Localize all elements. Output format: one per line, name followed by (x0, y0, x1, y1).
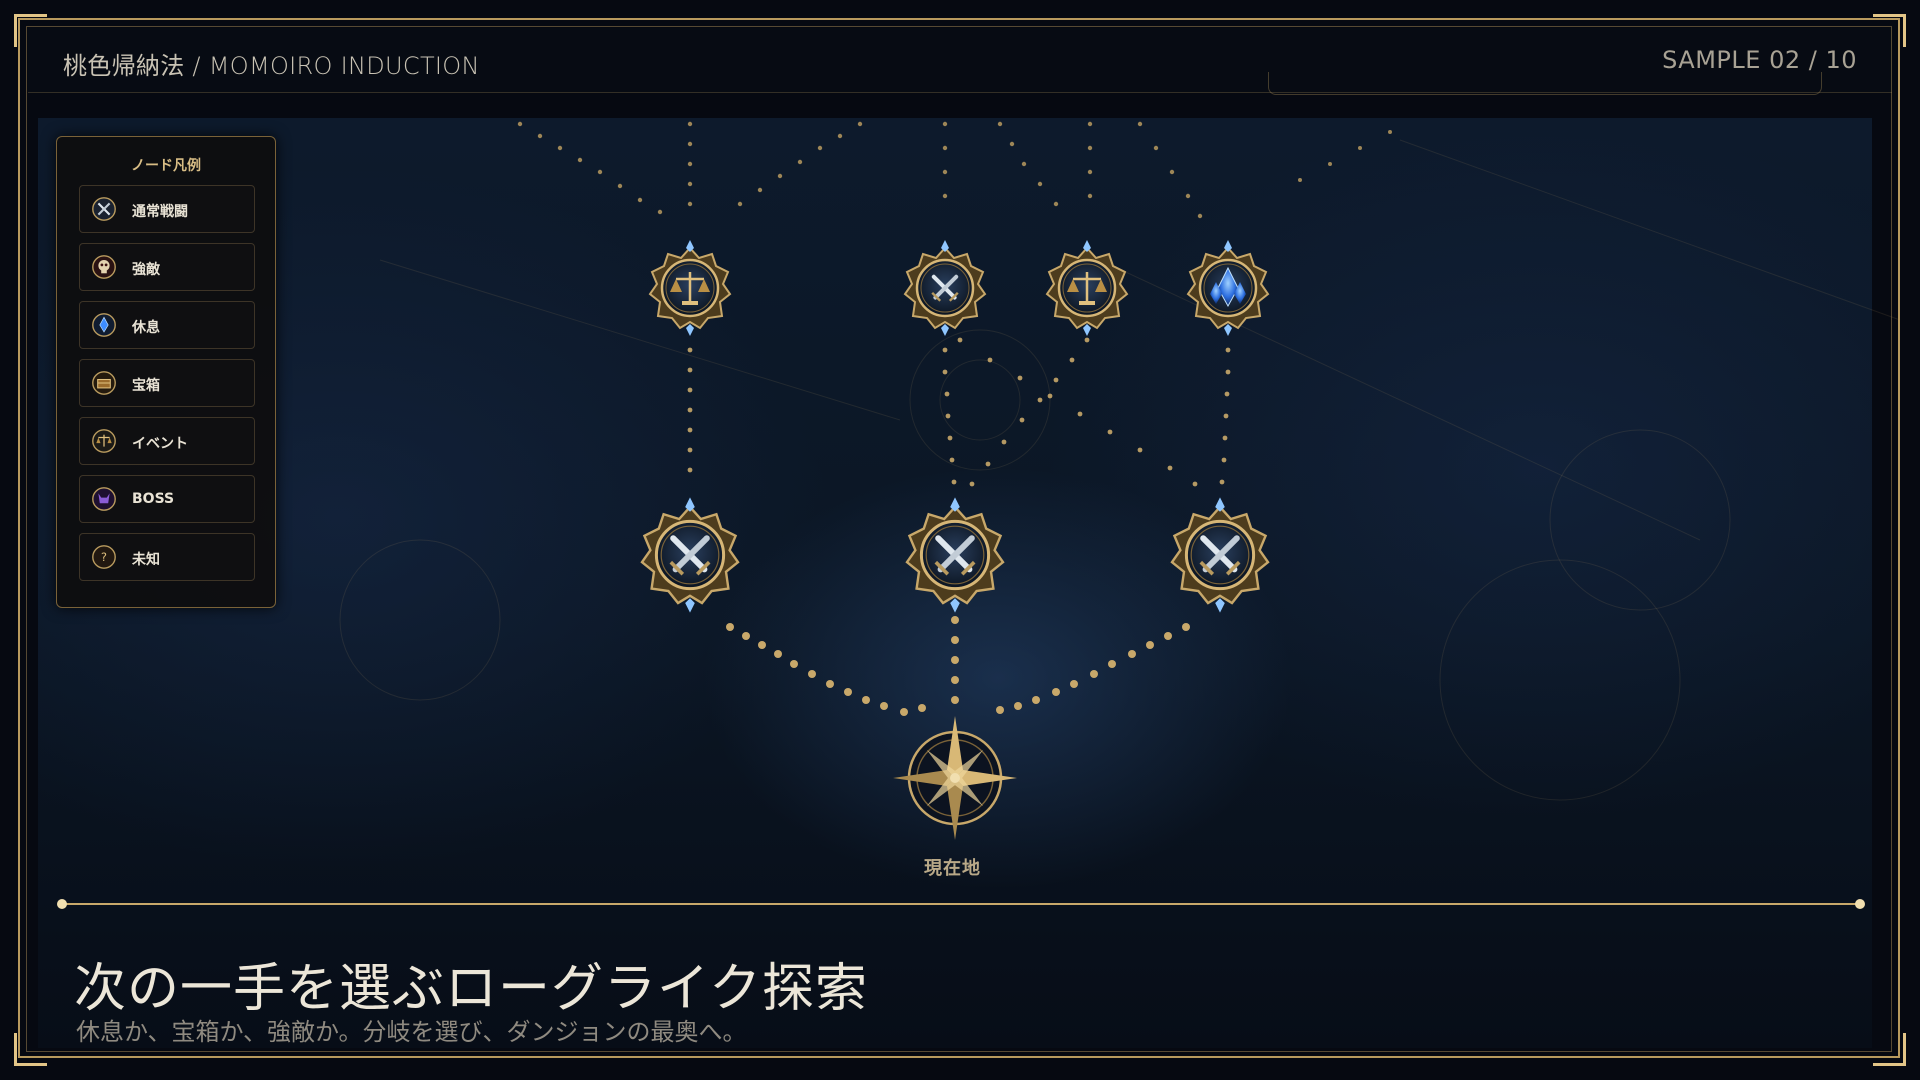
legend-item-label: BOSS (132, 491, 175, 507)
brand-title: 桃色帰納法 / MOMOIRO INDUCTION (63, 52, 480, 80)
legend-item-unknown: ? 未知 (79, 533, 255, 581)
frame-corner (14, 14, 47, 47)
legend-item-label: イベント (132, 436, 188, 452)
map-node-battle (1170, 495, 1270, 615)
legend-item-label: 宝箱 (132, 378, 160, 394)
legend-item-strong-enemy: 強敵 (79, 243, 255, 291)
path-dots-upper (517, 121, 1392, 219)
legend-item-label: 強敵 (132, 262, 160, 278)
caption-headline: 次の一手を選ぶローグライク探索 (74, 959, 868, 1019)
demon-icon (92, 487, 116, 511)
svg-text:?: ? (101, 551, 107, 564)
legend-item-label: 通常戦闘 (132, 204, 188, 220)
crystal-icon (92, 313, 116, 337)
scales-icon (92, 429, 116, 453)
skull-icon (92, 255, 116, 279)
caption-subline: 休息か、宝箱か、強敵か。分岐を選び、ダンジョンの最奥へ。 (76, 1018, 747, 1046)
sample-counter: SAMPLE 02 / 10 (1662, 46, 1857, 74)
legend-item-treasure: 宝箱 (79, 359, 255, 407)
map-node-battle (903, 238, 987, 338)
divider-dot-right (1855, 899, 1865, 909)
legend-item-rest: 休息 (79, 301, 255, 349)
treasure-chest-icon (92, 371, 116, 395)
legend-item-label: 未知 (132, 552, 160, 568)
current-location-label: 現在地 (924, 858, 981, 879)
path-dots-middle (687, 337, 1231, 487)
map-node-battle (640, 495, 740, 615)
frame-corner (1873, 14, 1906, 47)
path-dots-lower (726, 616, 1190, 716)
top-decor-bar (1268, 72, 1822, 95)
game-frame: 現在地 ノード凡例 通常戦闘 強敵 休息 宝箱 イベント BOSS ? 未知 桃… (0, 0, 1920, 1080)
node-legend-panel: ノード凡例 通常戦闘 強敵 休息 宝箱 イベント BOSS ? 未知 (56, 136, 276, 608)
caption-divider (62, 903, 1860, 905)
map-node-event (1045, 238, 1129, 338)
legend-item-boss: BOSS (79, 475, 255, 523)
legend-item-battle: 通常戦闘 (79, 185, 255, 233)
question-icon: ? (92, 545, 116, 569)
divider-dot-left (57, 899, 67, 909)
legend-item-label: 休息 (132, 320, 160, 336)
crossed-swords-icon (92, 197, 116, 221)
constellation-lines (339, 139, 1901, 801)
dungeon-map (339, 121, 1901, 840)
frame-corner (14, 1033, 47, 1066)
map-node-rest (1186, 238, 1270, 338)
frame-corner (1873, 1033, 1906, 1066)
legend-title: ノード凡例 (131, 158, 201, 174)
current-location-compass-icon (893, 716, 1017, 840)
map-node-event (648, 238, 732, 338)
map-node-battle (905, 495, 1005, 615)
legend-item-event: イベント (79, 417, 255, 465)
